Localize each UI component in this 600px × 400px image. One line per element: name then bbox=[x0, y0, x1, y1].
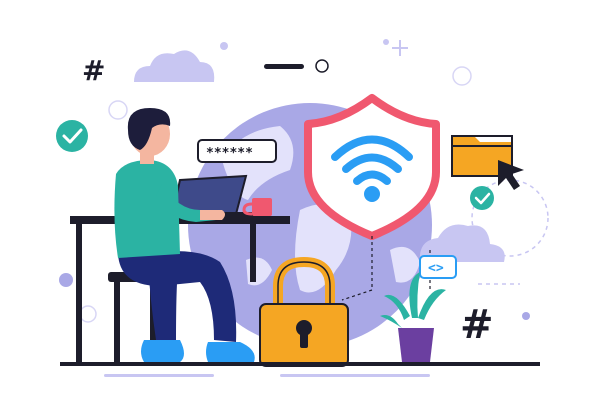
checkmark-icon bbox=[56, 120, 88, 152]
password-field: ****** bbox=[197, 139, 277, 163]
decorative-dash bbox=[264, 59, 329, 73]
hash-icon-right: # bbox=[460, 302, 494, 348]
code-brackets-icon: <> bbox=[419, 255, 457, 279]
password-mask: ****** bbox=[206, 146, 253, 161]
cloud-icon bbox=[134, 50, 215, 82]
hash-symbol-bottom: # bbox=[460, 302, 494, 348]
hash-icon: # bbox=[82, 54, 105, 87]
illustration-canvas: # ****** <> # bbox=[56, 39, 549, 377]
floor-line bbox=[60, 362, 540, 377]
code-symbol: <> bbox=[428, 261, 444, 276]
checkmark-icon-right bbox=[470, 186, 494, 210]
security-illustration: # ****** <> # bbox=[0, 0, 600, 400]
hash-symbol-top: # bbox=[82, 54, 105, 87]
sparkle-icon bbox=[392, 40, 408, 56]
